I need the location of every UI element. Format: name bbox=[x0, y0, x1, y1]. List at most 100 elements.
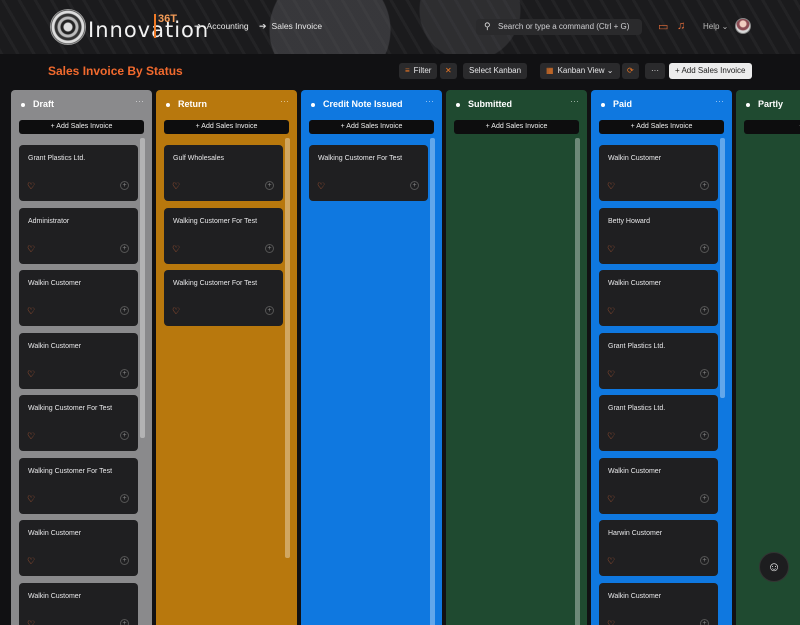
heart-icon[interactable]: ♡ bbox=[607, 556, 615, 567]
heart-icon[interactable]: ♡ bbox=[27, 556, 35, 567]
assign-plus-icon[interactable]: + bbox=[120, 556, 129, 565]
heart-icon[interactable]: ♡ bbox=[607, 306, 615, 317]
kanban-card[interactable]: Walking Customer For Test ♡ + bbox=[19, 395, 138, 451]
kanban-card[interactable]: Walking Customer For Test ♡ + bbox=[164, 207, 283, 264]
assign-plus-icon[interactable]: + bbox=[120, 493, 129, 503]
logo-seal-icon[interactable] bbox=[50, 9, 86, 45]
assistant-bot-button[interactable]: ☺ bbox=[759, 552, 789, 582]
assign-plus-icon[interactable]: + bbox=[700, 181, 709, 190]
close-icon: ✕ bbox=[445, 66, 452, 75]
column-more-icon[interactable]: ··· bbox=[280, 96, 289, 106]
more-actions-button[interactable]: ··· bbox=[645, 63, 665, 79]
heart-icon[interactable]: ♡ bbox=[27, 369, 35, 380]
heart-icon[interactable]: ♡ bbox=[27, 181, 35, 192]
heart-icon[interactable]: ♡ bbox=[607, 431, 615, 442]
kanban-card[interactable]: Walkin Customer ♡ + bbox=[19, 520, 138, 576]
assign-plus-icon[interactable]: + bbox=[120, 618, 129, 625]
column-scrollbar[interactable] bbox=[140, 138, 145, 438]
heart-icon[interactable]: ♡ bbox=[607, 369, 615, 380]
kanban-card[interactable]: Walkin Customer ♡ + bbox=[599, 457, 718, 514]
heart-icon[interactable]: ♡ bbox=[27, 619, 35, 625]
kanban-card[interactable]: Walking Customer For Test ♡ + bbox=[164, 270, 283, 326]
kanban-card[interactable]: Walkin Customer ♡ + bbox=[19, 332, 138, 389]
assign-plus-icon[interactable]: + bbox=[120, 243, 129, 253]
kanban-card[interactable]: Gulf Wholesales ♡ + bbox=[164, 145, 283, 201]
assign-plus-icon[interactable]: + bbox=[700, 556, 709, 565]
assign-plus-icon[interactable]: + bbox=[700, 618, 709, 625]
add-sales-invoice-button[interactable]: + Add Sales Invoice bbox=[669, 63, 752, 79]
assign-plus-icon[interactable]: + bbox=[700, 493, 709, 503]
assign-plus-icon[interactable]: + bbox=[700, 306, 709, 315]
kanban-card[interactable]: Grant Plastics Ltd. ♡ + bbox=[599, 395, 718, 451]
heart-icon[interactable]: ♡ bbox=[27, 431, 35, 442]
assign-plus-icon[interactable]: + bbox=[120, 368, 129, 378]
select-kanban-label: Select Kanban bbox=[469, 66, 522, 75]
kanban-card[interactable]: Betty Howard ♡ + bbox=[599, 207, 718, 264]
column-title-label: Partly bbox=[758, 99, 784, 109]
kanban-card[interactable]: Harwin Customer ♡ + bbox=[599, 520, 718, 576]
column-add-button[interactable]: + Ad bbox=[744, 120, 800, 134]
help-dropdown[interactable]: Help ⌄ bbox=[703, 22, 728, 31]
kanban-card[interactable]: Walkin Customer ♡ + bbox=[599, 270, 718, 326]
heart-icon[interactable]: ♡ bbox=[27, 244, 35, 255]
column-add-button[interactable]: + Add Sales Invoice bbox=[164, 120, 289, 134]
kanban-card[interactable]: Walking Customer For Test ♡ + bbox=[309, 145, 428, 201]
kanban-card[interactable]: Grant Plastics Ltd. ♡ + bbox=[599, 332, 718, 389]
filter-button[interactable]: ≡ Filter bbox=[399, 63, 438, 79]
card-title: Harwin Customer bbox=[608, 530, 663, 537]
column-more-icon[interactable]: ··· bbox=[135, 96, 144, 106]
heart-icon[interactable]: ♡ bbox=[172, 181, 180, 192]
assign-plus-icon[interactable]: + bbox=[700, 368, 709, 378]
kanban-view-dropdown[interactable]: ▦ Kanban View ⌄ bbox=[540, 63, 620, 79]
assign-plus-icon[interactable]: + bbox=[265, 181, 274, 190]
chat-icon[interactable]: ▭ bbox=[658, 20, 668, 33]
column-title-label: Return bbox=[178, 99, 207, 109]
column-more-icon[interactable]: ··· bbox=[570, 96, 579, 106]
column-scrollbar[interactable] bbox=[575, 138, 580, 625]
column-add-button[interactable]: + Add Sales Invoice bbox=[19, 120, 144, 134]
heart-icon[interactable]: ♡ bbox=[27, 306, 35, 317]
kanban-view-label: Kanban View bbox=[557, 66, 605, 75]
heart-icon[interactable]: ♡ bbox=[317, 181, 325, 192]
select-kanban-dropdown[interactable]: Select Kanban bbox=[463, 63, 528, 79]
kanban-card[interactable]: Walkin Customer ♡ + bbox=[19, 270, 138, 326]
breadcrumb-sales-invoice[interactable]: ➔ Sales Invoice bbox=[259, 21, 322, 32]
heart-icon[interactable]: ♡ bbox=[27, 494, 35, 505]
logo-text[interactable]: Innovation bbox=[88, 18, 209, 42]
kanban-card[interactable]: Walkin Customer ♡ + bbox=[599, 582, 718, 625]
column-scrollbar[interactable] bbox=[720, 138, 725, 398]
assign-plus-icon[interactable]: + bbox=[120, 181, 129, 190]
column-add-button[interactable]: + Add Sales Invoice bbox=[454, 120, 579, 134]
kanban-card[interactable]: Administrator ♡ + bbox=[19, 207, 138, 264]
heart-icon[interactable]: ♡ bbox=[607, 494, 615, 505]
assign-plus-icon[interactable]: + bbox=[700, 243, 709, 253]
avatar[interactable] bbox=[735, 18, 751, 34]
breadcrumb-accounting[interactable]: ➔ Accounting bbox=[194, 21, 249, 32]
search-input[interactable]: ⚲ Search or type a command (Ctrl + G) bbox=[476, 19, 642, 35]
bell-icon[interactable]: ♫ bbox=[677, 20, 685, 32]
column-more-icon[interactable]: ··· bbox=[425, 96, 434, 106]
kanban-card[interactable]: Grant Plastics Ltd. ♡ + bbox=[19, 145, 138, 201]
column-scrollbar[interactable] bbox=[285, 138, 290, 558]
heart-icon[interactable]: ♡ bbox=[607, 181, 615, 192]
kanban-card[interactable]: Walkin Customer ♡ + bbox=[599, 145, 718, 201]
assign-plus-icon[interactable]: + bbox=[120, 431, 129, 440]
kanban-card[interactable]: Walkin Customer ♡ + bbox=[19, 582, 138, 625]
heart-icon[interactable]: ♡ bbox=[607, 244, 615, 255]
column-add-button[interactable]: + Add Sales Invoice bbox=[309, 120, 434, 134]
card-title: Walkin Customer bbox=[28, 280, 82, 287]
assign-plus-icon[interactable]: + bbox=[265, 306, 274, 315]
assign-plus-icon[interactable]: + bbox=[410, 181, 419, 190]
assign-plus-icon[interactable]: + bbox=[700, 431, 709, 440]
clear-filter-button[interactable]: ✕ bbox=[440, 63, 457, 79]
heart-icon[interactable]: ♡ bbox=[172, 244, 180, 255]
column-add-button[interactable]: + Add Sales Invoice bbox=[599, 120, 724, 134]
refresh-button[interactable]: ⟳ bbox=[622, 63, 639, 79]
heart-icon[interactable]: ♡ bbox=[172, 306, 180, 317]
assign-plus-icon[interactable]: + bbox=[120, 306, 129, 315]
heart-icon[interactable]: ♡ bbox=[607, 619, 615, 625]
kanban-card[interactable]: Walking Customer For Test ♡ + bbox=[19, 457, 138, 514]
column-scrollbar[interactable] bbox=[430, 138, 435, 625]
column-more-icon[interactable]: ··· bbox=[715, 96, 724, 106]
assign-plus-icon[interactable]: + bbox=[265, 243, 274, 253]
